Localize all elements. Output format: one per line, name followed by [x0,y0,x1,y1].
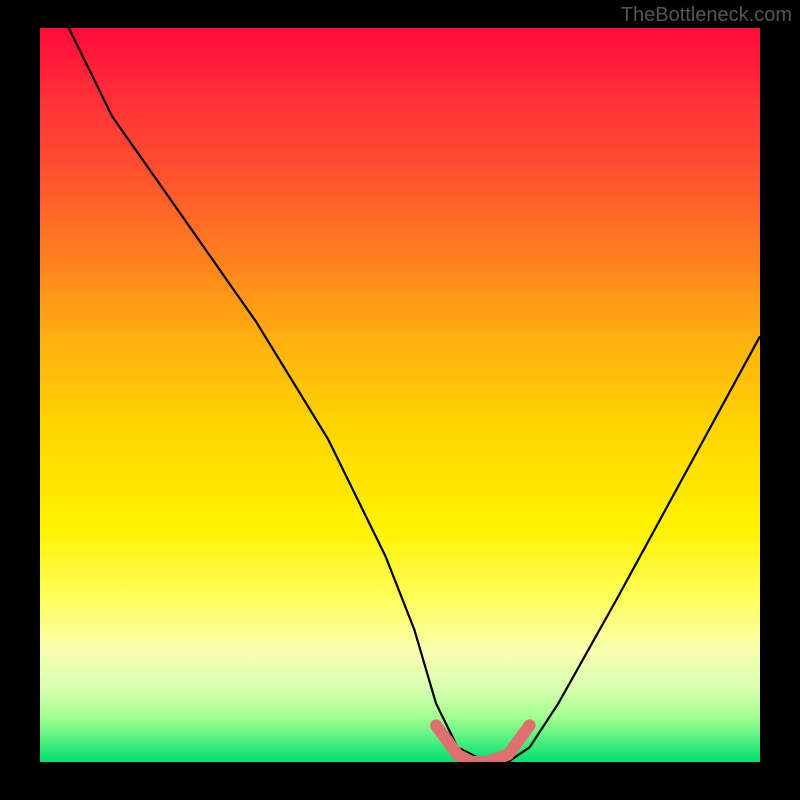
watermark-text: TheBottleneck.com [621,4,792,27]
chart-svg [40,28,760,762]
plot-area [40,28,760,762]
main-curve [69,28,760,762]
